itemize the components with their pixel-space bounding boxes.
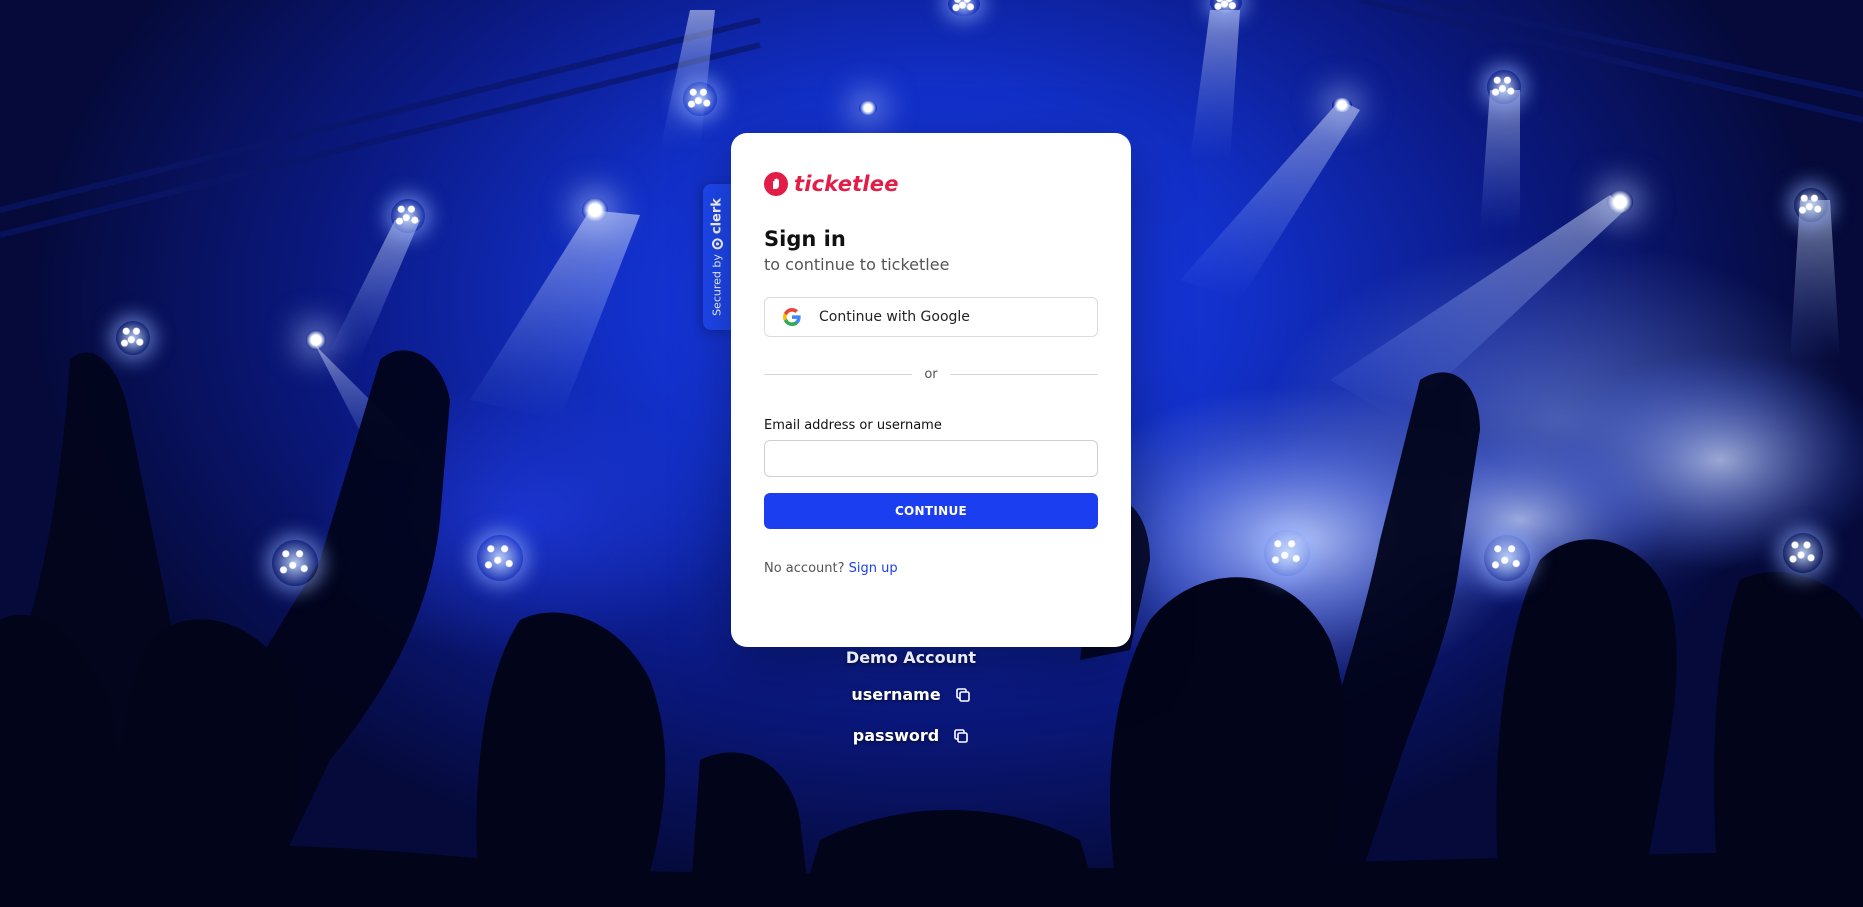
stage-light: [1783, 533, 1823, 573]
stage-light: [477, 535, 523, 581]
stage-light: [1264, 530, 1310, 576]
email-or-username-input[interactable]: [764, 440, 1098, 477]
no-account-text: No account?: [764, 561, 845, 576]
divider-line: [764, 374, 913, 375]
copy-icon[interactable]: [953, 728, 969, 744]
stage-light: [272, 540, 318, 586]
stage-light: [391, 199, 425, 233]
stage-light: [683, 82, 717, 116]
sign-in-subtitle: to continue to ticketlee: [764, 255, 950, 274]
sign-in-card: ticketlee Sign in to continue to ticketl…: [731, 133, 1131, 647]
clerk-brand-text: clerk: [709, 198, 725, 235]
spotlight: [1607, 190, 1633, 214]
demo-username-row: username: [0, 685, 1822, 704]
copy-icon[interactable]: [955, 687, 971, 703]
continue-with-google-button[interactable]: Continue with Google: [764, 297, 1098, 337]
no-account-row: No account? Sign up: [764, 561, 1098, 576]
secured-by-clerk-badge[interactable]: Secured by clerk: [703, 184, 731, 330]
secured-by-text: Secured by: [710, 254, 724, 316]
or-divider: or: [764, 367, 1098, 382]
spotlight: [859, 101, 877, 115]
stage-light: [1484, 535, 1530, 581]
stage-light: [1794, 188, 1828, 222]
ticketlee-logo: ticketlee: [764, 169, 1098, 199]
divider-line: [949, 374, 1098, 375]
sign-up-link[interactable]: Sign up: [849, 561, 898, 576]
demo-password-label: password: [852, 726, 940, 745]
logo-text: ticketlee: [794, 172, 899, 196]
continue-button[interactable]: CONTINUE: [764, 493, 1098, 529]
ticket-hand-icon: [764, 172, 788, 196]
demo-account-title: Demo Account: [845, 648, 977, 667]
demo-username-label: username: [851, 685, 941, 704]
google-button-label: Continue with Google: [819, 309, 970, 325]
spotlight: [582, 198, 608, 222]
divider-text: or: [924, 367, 938, 382]
demo-password-row: password: [0, 726, 1822, 745]
clerk-logo-icon: [711, 238, 723, 250]
spotlight: [306, 330, 326, 350]
spotlight: [1332, 98, 1352, 112]
sign-in-title: Sign in: [764, 227, 846, 251]
demo-account-panel: Demo Account username password: [0, 648, 1822, 745]
stage-light: [1487, 70, 1521, 104]
stage-light: [116, 321, 150, 355]
login-page: Secured by clerk ticketlee Sign in to co…: [0, 0, 1863, 907]
email-field-label: Email address or username: [764, 418, 942, 433]
google-icon: [783, 308, 801, 326]
